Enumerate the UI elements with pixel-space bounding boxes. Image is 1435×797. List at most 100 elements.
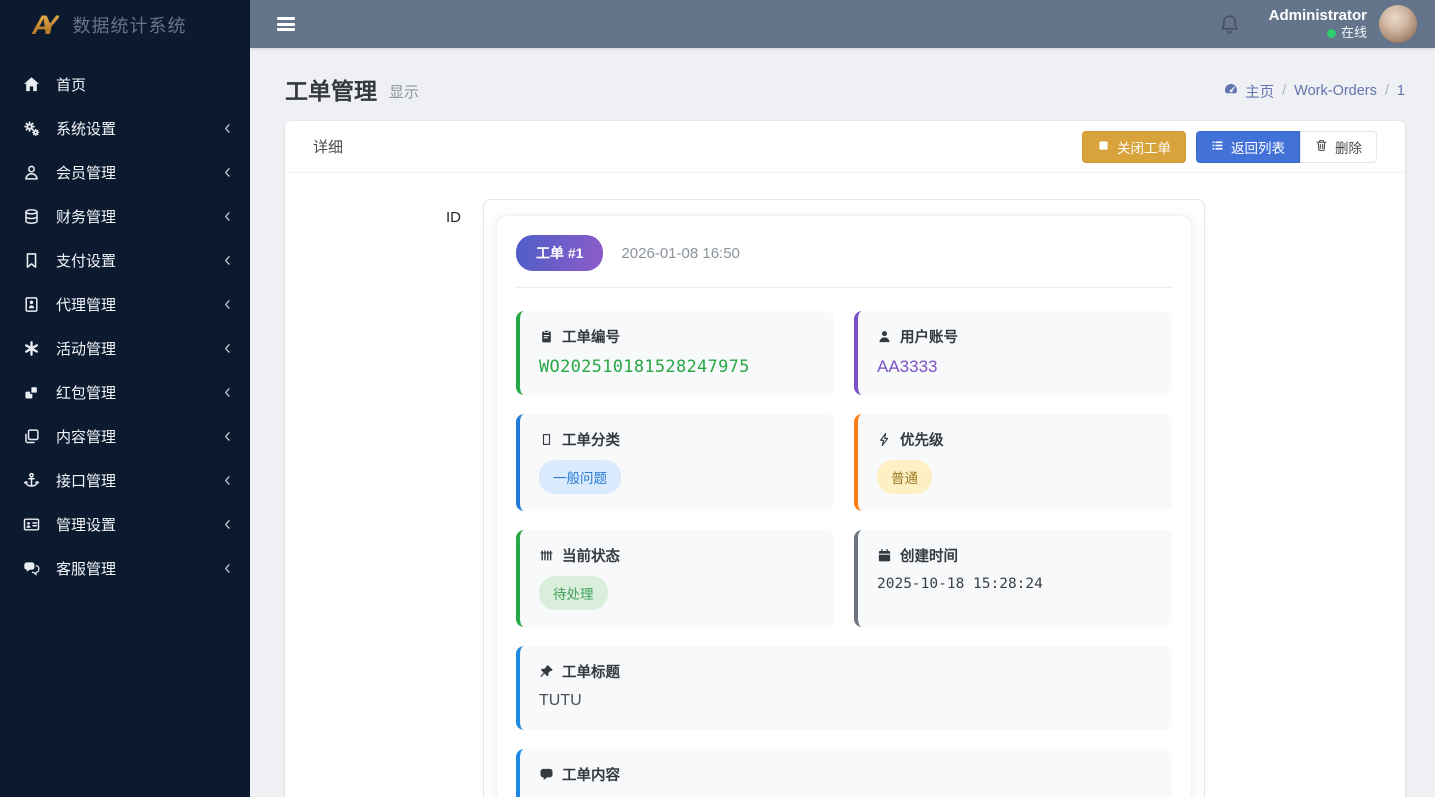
hamburger-icon <box>277 15 295 34</box>
chevron-left-icon <box>221 430 234 443</box>
field-label: 工单编号 <box>562 330 620 346</box>
delete-label: 删除 <box>1335 140 1362 156</box>
stop-square-icon <box>1097 139 1110 155</box>
sidebar-item-label: 系统设置 <box>56 120 117 138</box>
breadcrumb-section[interactable]: Work-Orders <box>1294 83 1377 99</box>
field-label: 创建时间 <box>900 549 958 565</box>
sidebar-item-label: 首页 <box>56 76 87 94</box>
id-form-row: ID 工单 #1 2026-01-08 16:50 工单编号 WO2025101… <box>313 199 1377 797</box>
sidebar-item-label: 财务管理 <box>56 208 117 226</box>
chevron-left-icon <box>221 386 234 399</box>
close-workorder-label: 关闭工单 <box>1117 140 1171 156</box>
brand[interactable]: AY 数据统计系统 <box>0 0 250 50</box>
sidebar-item-api[interactable]: 接口管理 <box>0 458 250 502</box>
chevron-left-icon <box>221 562 234 575</box>
sidebar-item-payment[interactable]: 支付设置 <box>0 238 250 282</box>
field-card: 工单分类 一般问题 <box>516 414 834 511</box>
chevron-left-icon <box>221 518 234 531</box>
sidebar-item-label: 接口管理 <box>56 472 117 490</box>
sidebar-item-label: 会员管理 <box>56 164 117 182</box>
delete-button[interactable]: 删除 <box>1300 130 1377 163</box>
clone-icon <box>19 428 43 445</box>
workorder-card-header: 工单 #1 2026-01-08 16:50 <box>516 235 1172 288</box>
sidebar-item-support[interactable]: 客服管理 <box>0 546 250 590</box>
clipboard-icon <box>539 329 554 344</box>
id-label: ID <box>446 209 461 226</box>
sidebar-item-admin-settings[interactable]: 管理设置 <box>0 502 250 546</box>
user-avatar[interactable] <box>1379 5 1417 43</box>
field-label: 工单内容 <box>562 768 620 784</box>
card-title: 详细 <box>313 139 344 156</box>
user-solid-icon <box>877 329 892 344</box>
field-label: 工单分类 <box>562 433 620 449</box>
user-name: Administrator <box>1268 6 1367 24</box>
breadcrumb-separator: / <box>1384 83 1389 99</box>
chevron-left-icon <box>221 122 234 135</box>
square-icon <box>539 432 554 447</box>
sidebar-item-red-packet[interactable]: 红包管理 <box>0 370 250 414</box>
online-status-label: 在线 <box>1340 25 1367 41</box>
field-card: 用户账号 AA3333 <box>854 311 1172 395</box>
field-card: 工单标题 TUTU <box>516 646 1172 730</box>
chevron-left-icon <box>221 210 234 223</box>
field-grid: 工单编号 WO202510181528247975 用户账号 AA3333 工单… <box>516 311 1172 797</box>
detail-card-body: ID 工单 #1 2026-01-08 16:50 工单编号 WO2025101… <box>285 173 1405 797</box>
dashboard-icon <box>1223 81 1239 101</box>
detail-card: 详细 关闭工单 返回列表 删除 ID 工单 #1 2026-01-08 16:5… <box>285 121 1405 797</box>
notifications-bell-icon[interactable] <box>1218 13 1241 36</box>
breadcrumb: 主页 / Work-Orders / 1 <box>1223 77 1405 102</box>
detail-card-header: 详细 关闭工单 返回列表 删除 <box>285 121 1405 173</box>
sidebar-item-label: 客服管理 <box>56 560 117 578</box>
sidebar-item-label: 活动管理 <box>56 340 117 358</box>
sidebar-item-system-settings[interactable]: 系统设置 <box>0 106 250 150</box>
field-card: 当前状态 待处理 <box>516 530 834 627</box>
workorder-card: 工单 #1 2026-01-08 16:50 工单编号 WO2025101815… <box>496 215 1192 797</box>
page-header: 工单管理 显示 主页 / Work-Orders / 1 <box>285 48 1405 106</box>
sidebar-item-agents[interactable]: 代理管理 <box>0 282 250 326</box>
boxes-icon <box>19 384 43 401</box>
sidebar-item-label: 管理设置 <box>56 516 117 534</box>
page-title: 工单管理 <box>285 78 377 104</box>
breadcrumb-separator: / <box>1282 83 1287 99</box>
sidebar-menu: 首页 系统设置 会员管理 财务管理 支付设置 代理管理 活动管理 红包管理 内容… <box>0 62 250 590</box>
sidebar-item-members[interactable]: 会员管理 <box>0 150 250 194</box>
address-card-icon <box>19 516 43 533</box>
close-workorder-button[interactable]: 关闭工单 <box>1082 130 1186 163</box>
card-actions: 关闭工单 返回列表 删除 <box>1082 130 1377 163</box>
field-value: AA3333 <box>877 357 938 376</box>
chevron-left-icon <box>221 254 234 267</box>
field-value-badge: 一般问题 <box>539 460 621 494</box>
page-subtitle: 显示 <box>389 83 420 101</box>
user-outline-icon <box>19 164 43 181</box>
brand-title: 数据统计系统 <box>72 16 187 36</box>
workorder-number-badge: 工单 #1 <box>516 235 604 271</box>
field-value: TUTU <box>539 692 582 709</box>
sidebar-item-label: 红包管理 <box>56 384 117 402</box>
list-icon <box>1211 139 1224 155</box>
sidebar-item-content[interactable]: 内容管理 <box>0 414 250 458</box>
main-area: Administrator 在线 工单管理 显示 主页 / Work-Order… <box>250 0 1435 797</box>
back-to-list-button[interactable]: 返回列表 <box>1196 130 1300 163</box>
field-card: 工单内容 YUTYUTU <box>516 749 1172 797</box>
sidebar-item-label: 代理管理 <box>56 296 117 314</box>
comments-icon <box>19 560 43 577</box>
sidebar-item-finance[interactable]: 财务管理 <box>0 194 250 238</box>
back-to-list-label: 返回列表 <box>1231 140 1285 156</box>
sidebar-item-activities[interactable]: 活动管理 <box>0 326 250 370</box>
breadcrumb-home-link[interactable]: 主页 <box>1223 81 1274 102</box>
topbar-right: Administrator 在线 <box>1218 5 1425 43</box>
id-value-container: 工单 #1 2026-01-08 16:50 工单编号 WO2025101815… <box>483 199 1205 797</box>
chevron-left-icon <box>221 474 234 487</box>
sidebar-toggle-button[interactable] <box>269 7 303 41</box>
topbar: Administrator 在线 <box>250 0 1435 48</box>
trash-icon <box>1315 139 1328 155</box>
breadcrumb-current: 1 <box>1396 83 1405 99</box>
field-card: 优先级 普通 <box>854 414 1172 511</box>
sidebar-item-home[interactable]: 首页 <box>0 62 250 106</box>
field-card: 工单编号 WO202510181528247975 <box>516 311 834 395</box>
bookmark-icon <box>19 252 43 269</box>
comment-icon <box>539 767 554 782</box>
user-menu[interactable]: Administrator 在线 <box>1269 7 1367 42</box>
online-status-dot <box>1326 28 1336 38</box>
sidebar-item-label: 内容管理 <box>56 428 117 446</box>
